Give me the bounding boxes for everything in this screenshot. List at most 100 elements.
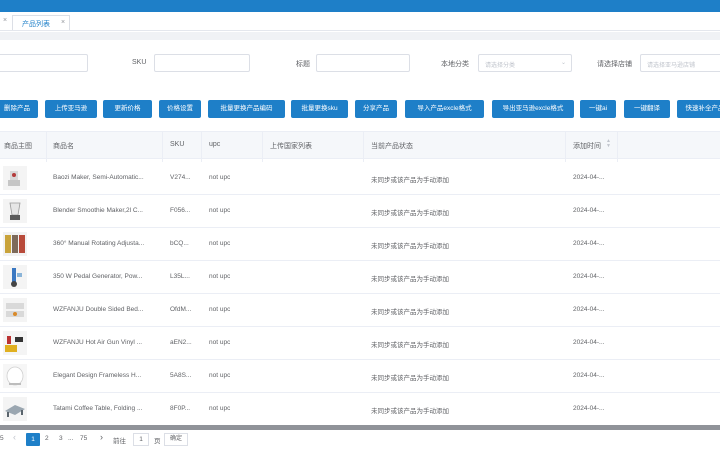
export-amazon-excel-button[interactable]: 导出亚马逊excle格式: [492, 100, 574, 118]
product-sku: V274...: [170, 174, 191, 181]
update-price-button[interactable]: 更新价格: [103, 100, 152, 118]
pagination-left-digit: 5: [0, 435, 4, 442]
prev-page-icon[interactable]: ‹: [13, 432, 16, 442]
product-name[interactable]: WZFANJU Hot Air Gun Vinyl ...: [53, 339, 159, 346]
product-sku: 8F0P...: [170, 405, 191, 412]
goto-page-input[interactable]: 1: [133, 433, 149, 446]
pagination-ellipsis[interactable]: ...: [68, 435, 73, 442]
price-settings-button[interactable]: 价格设置: [159, 100, 201, 118]
product-upc: not upc: [209, 240, 231, 247]
import-excel-button[interactable]: 导入产品excle格式: [405, 100, 484, 118]
product-thumbnail: [3, 397, 27, 421]
header-sku: SKU: [170, 141, 185, 148]
shop-label: 请选择店铺: [597, 61, 632, 68]
product-status: 未同步或该产品为手动添加: [371, 177, 449, 184]
product-status: 未同步或该产品为手动添加: [371, 276, 449, 283]
close-tab-icon[interactable]: ×: [3, 17, 7, 24]
product-thumbnail: [3, 166, 27, 190]
close-icon[interactable]: ×: [61, 19, 65, 26]
header-added-time[interactable]: 添加时间: [573, 141, 601, 151]
product-thumbnail: [3, 298, 27, 322]
header-name: 商品名: [53, 143, 74, 150]
product-status: 未同步或该产品为手动添加: [371, 210, 449, 217]
product-sku: OfdM...: [170, 306, 192, 313]
sort-icon[interactable]: ▲ ▼: [606, 139, 611, 149]
product-status: 未同步或该产品为手动添加: [371, 408, 449, 415]
delete-product-button[interactable]: 删除产品: [0, 100, 38, 118]
page-2-button[interactable]: 2: [45, 435, 49, 442]
product-table: 商品主图 商品名 SKU upc 上传国家列表 当前产品状态 添加时间 ▲ ▼ B…: [0, 131, 720, 426]
product-thumbnail: [3, 232, 27, 256]
product-upc: not upc: [209, 174, 231, 181]
title-input[interactable]: [316, 54, 410, 72]
table-row[interactable]: WZFANJU Double Sided Bed... OfdM... not …: [0, 294, 720, 327]
tab-product-list[interactable]: 产品列表 ×: [12, 15, 70, 30]
chevron-down-icon: ⌄: [560, 60, 566, 66]
header-upc: upc: [209, 141, 221, 148]
confirm-goto-button[interactable]: 确定: [164, 433, 188, 446]
pagination: 5 ‹ 1 2 3 ... 75 › 前往 1 页 确定: [0, 432, 720, 448]
upload-amazon-button[interactable]: 上传亚马逊: [45, 100, 97, 118]
table-row[interactable]: Baozi Maker, Semi-Automatic... V274... n…: [0, 162, 720, 195]
product-added-time: 2024-04-...: [573, 240, 605, 247]
table-header: 商品主图 商品名 SKU upc 上传国家列表 当前产品状态 添加时间 ▲ ▼: [0, 132, 720, 159]
product-status: 未同步或该产品为手动添加: [371, 309, 449, 316]
product-upc: not upc: [209, 405, 231, 412]
first-filter-input[interactable]: [0, 54, 88, 72]
title-label: 标题: [296, 61, 310, 68]
batch-change-sku-button[interactable]: 批量更换sku: [291, 100, 348, 118]
product-name[interactable]: Elegant Design Frameless H...: [53, 372, 159, 379]
product-upc: not upc: [209, 372, 231, 379]
product-name[interactable]: Baozi Maker, Semi-Automatic...: [53, 174, 159, 181]
filter-panel: SKU 标题 本地分类 请选择分类 ⌄ 请选择店铺 请选择亚马逊店铺: [0, 40, 720, 90]
product-added-time: 2024-04-...: [573, 405, 605, 412]
product-sku: L35L...: [170, 273, 190, 280]
quick-complete-button[interactable]: 快速补全产品: [677, 100, 720, 118]
table-row[interactable]: Blender Smoothie Maker,2l C... F056... n…: [0, 195, 720, 228]
product-name[interactable]: Blender Smoothie Maker,2l C...: [53, 207, 159, 214]
share-product-button[interactable]: 分享产品: [355, 100, 397, 118]
sku-label: SKU: [132, 59, 147, 66]
product-upc: not upc: [209, 207, 231, 214]
product-added-time: 2024-04-...: [573, 306, 605, 313]
header-status: 当前产品状态: [371, 143, 413, 150]
product-sku: F056...: [170, 207, 191, 214]
content-separator: [0, 32, 720, 40]
product-status: 未同步或该产品为手动添加: [371, 375, 449, 382]
page-3-button[interactable]: 3: [59, 435, 63, 442]
one-click-ai-button[interactable]: 一键ai: [580, 100, 616, 118]
product-status: 未同步或该产品为手动添加: [371, 342, 449, 349]
product-added-time: 2024-04-...: [573, 372, 605, 379]
page-unit-label: 页: [154, 438, 161, 445]
horizontal-scrollbar[interactable]: [0, 425, 720, 430]
product-added-time: 2024-04-...: [573, 174, 605, 181]
category-placeholder: 请选择分类: [485, 63, 516, 69]
table-row[interactable]: 360° Manual Rotating Adjusta... bCQ... n…: [0, 228, 720, 261]
next-page-icon[interactable]: ›: [100, 432, 103, 442]
category-select[interactable]: 请选择分类 ⌄: [478, 54, 572, 72]
sku-input[interactable]: [154, 54, 250, 72]
page-1-button[interactable]: 1: [26, 433, 40, 446]
product-added-time: 2024-04-...: [573, 339, 605, 346]
header-image: 商品主图: [4, 143, 32, 150]
last-page-button[interactable]: 75: [80, 435, 87, 442]
product-name[interactable]: Tatami Coffee Table, Folding ...: [53, 405, 159, 412]
table-row[interactable]: WZFANJU Hot Air Gun Vinyl ... aEN2... no…: [0, 327, 720, 360]
table-row[interactable]: Elegant Design Frameless H... 5A8S... no…: [0, 360, 720, 393]
product-name[interactable]: 360° Manual Rotating Adjusta...: [53, 240, 159, 247]
product-upc: not upc: [209, 339, 231, 346]
category-label: 本地分类: [441, 61, 469, 68]
product-sku: 5A8S...: [170, 372, 192, 379]
product-name[interactable]: 350 W Pedal Generator, Pow...: [53, 273, 159, 280]
product-thumbnail: [3, 199, 27, 223]
product-added-time: 2024-04-...: [573, 207, 605, 214]
batch-change-code-button[interactable]: 批量更换产品编码: [208, 100, 285, 118]
product-sku: bCQ...: [170, 240, 189, 247]
one-click-translate-button[interactable]: 一键翻译: [624, 100, 670, 118]
product-name[interactable]: WZFANJU Double Sided Bed...: [53, 306, 159, 313]
table-row[interactable]: Tatami Coffee Table, Folding ... 8F0P...…: [0, 393, 720, 426]
shop-select[interactable]: 请选择亚马逊店铺: [640, 54, 720, 72]
action-toolbar: 删除产品 上传亚马逊 更新价格 价格设置 批量更换产品编码 批量更换sku 分享…: [0, 100, 720, 118]
table-row[interactable]: 350 W Pedal Generator, Pow... L35L... no…: [0, 261, 720, 294]
product-thumbnail: [3, 364, 27, 388]
